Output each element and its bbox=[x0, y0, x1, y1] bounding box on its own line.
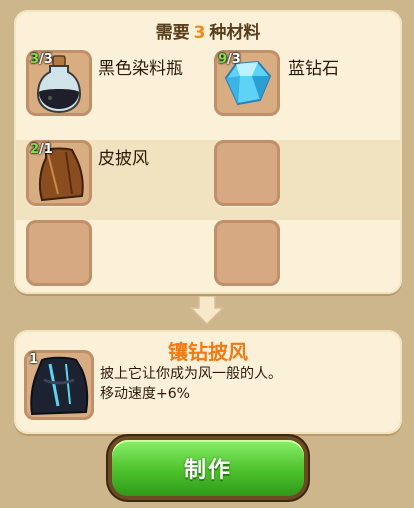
material-count: 3/3 bbox=[30, 52, 53, 67]
empty-material-slot[interactable] bbox=[26, 220, 92, 286]
craft-button-label: 制作 bbox=[183, 458, 232, 483]
material-slot-2[interactable]: 9/3 bbox=[214, 50, 280, 116]
result-count: 1 bbox=[29, 352, 39, 367]
material-name: 皮披风 bbox=[98, 149, 149, 169]
empty-material-slot[interactable] bbox=[214, 140, 280, 206]
requirement-title: 需要 3 种材料 bbox=[155, 23, 261, 43]
material-name: 蓝钻石 bbox=[288, 59, 339, 79]
crafting-dialog: 需要 3 种材料 3/3 黑色染料瓶 9/3 蓝钻石 2/1 皮披风 镶钻披风 … bbox=[0, 0, 414, 508]
material-count: 2/1 bbox=[30, 142, 53, 157]
material-name: 黑色染料瓶 bbox=[98, 59, 183, 79]
arrow-down-icon bbox=[189, 296, 225, 326]
materials-panel: 需要 3 种材料 3/3 黑色染料瓶 9/3 蓝钻石 2/1 皮披风 bbox=[14, 10, 402, 294]
result-description: 披上它让你成为风一般的人。 移动速度+6% bbox=[100, 366, 282, 402]
requirement-count: 3 bbox=[193, 23, 206, 43]
material-slot-1[interactable]: 3/3 bbox=[26, 50, 92, 116]
result-panel: 镶钻披风 1 披上它让你成为风一般的人。 移动速度+6% bbox=[14, 330, 402, 434]
empty-material-slot[interactable] bbox=[214, 220, 280, 286]
result-item-slot[interactable]: 1 bbox=[24, 350, 94, 420]
material-count: 9/3 bbox=[218, 52, 241, 67]
craft-button[interactable]: 制作 bbox=[112, 440, 304, 496]
material-slot-3[interactable]: 2/1 bbox=[26, 140, 92, 206]
